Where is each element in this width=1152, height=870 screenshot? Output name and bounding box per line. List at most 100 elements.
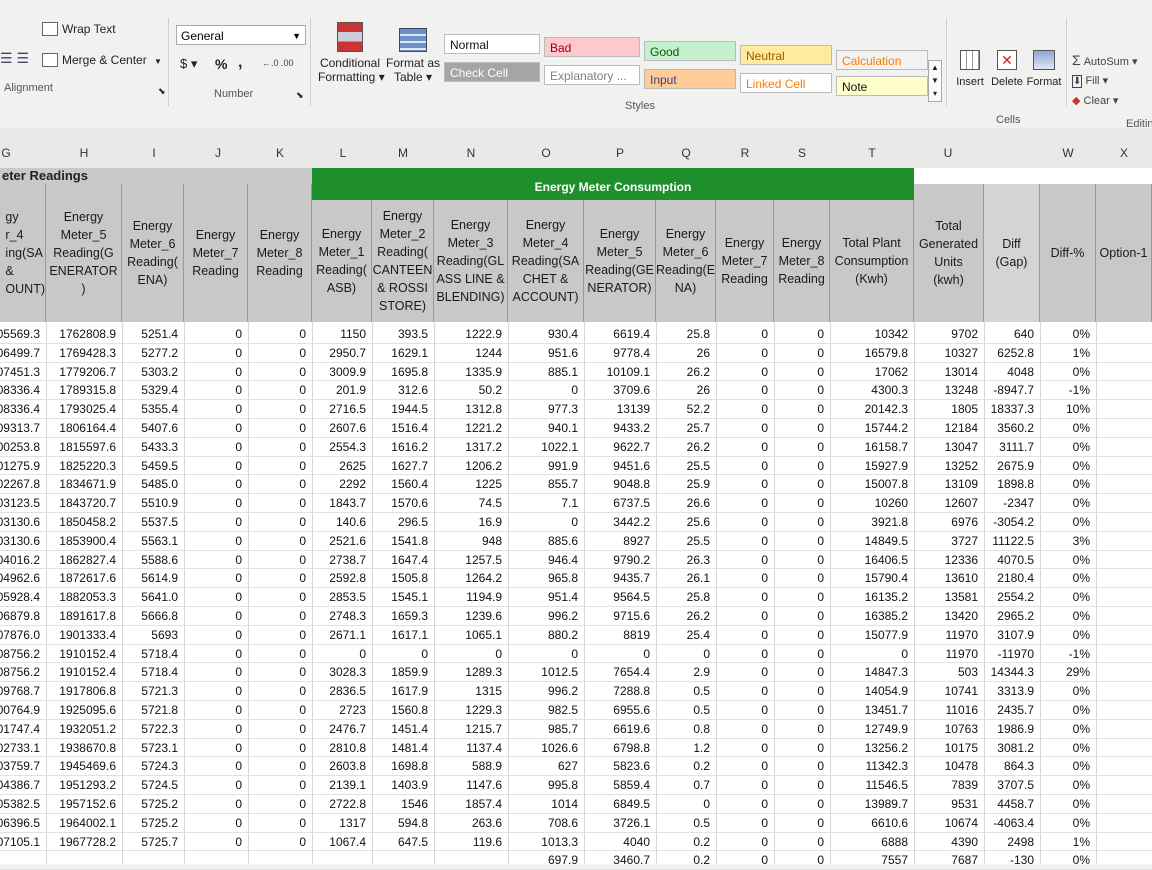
cell-m-13[interactable]: 1505.8 [391, 571, 428, 585]
format-button[interactable]: Format [1026, 50, 1062, 88]
cell-g-26[interactable]: 06396.5 [0, 816, 40, 830]
cell-u-28[interactable]: 7687 [951, 853, 978, 867]
cell-o-15[interactable]: 996.2 [548, 609, 578, 623]
cell-w-21[interactable]: 0% [1073, 722, 1090, 736]
cell-q-13[interactable]: 26.1 [687, 571, 710, 585]
cell-u-0[interactable]: 9702 [951, 327, 978, 341]
cell-m-7[interactable]: 1627.7 [391, 459, 428, 473]
chevron-down-icon[interactable]: ▼ [292, 26, 301, 46]
cell-u-14[interactable]: 13581 [945, 590, 978, 604]
cell-h-20[interactable]: 1925095.6 [59, 703, 116, 717]
cell-n-6[interactable]: 1317.2 [465, 440, 502, 454]
cell-q-2[interactable]: 26.2 [687, 365, 710, 379]
cell-v-6[interactable]: 3111.7 [999, 440, 1034, 454]
cell-n-8[interactable]: 1225 [475, 477, 502, 491]
cell-s-4[interactable]: 0 [817, 402, 824, 416]
cell-s-21[interactable]: 0 [817, 722, 824, 736]
cell-l-18[interactable]: 3028.3 [329, 665, 366, 679]
cell-t-22[interactable]: 13256.2 [865, 741, 908, 755]
cell-m-25[interactable]: 1546 [401, 797, 428, 811]
cell-j-5[interactable]: 0 [235, 421, 242, 435]
percent-style-button[interactable]: % [215, 56, 227, 72]
cell-w-13[interactable]: 0% [1073, 571, 1090, 585]
cell-h-25[interactable]: 1957152.6 [59, 797, 116, 811]
cell-g-18[interactable]: 08756.2 [0, 665, 40, 679]
cell-l-5[interactable]: 2607.6 [329, 421, 366, 435]
cell-k-1[interactable]: 0 [299, 346, 306, 360]
gallery-scroll[interactable]: ▲ ▼ ▾ [928, 60, 942, 102]
cell-q-3[interactable]: 26 [697, 383, 710, 397]
cell-q-24[interactable]: 0.7 [693, 778, 710, 792]
cell-r-16[interactable]: 0 [761, 628, 768, 642]
cell-p-19[interactable]: 7288.8 [613, 684, 650, 698]
cell-r-12[interactable]: 0 [761, 553, 768, 567]
format-as-table-button[interactable]: Format as Table ▾ [386, 28, 440, 84]
cell-i-9[interactable]: 5510.9 [141, 496, 178, 510]
cell-s-11[interactable]: 0 [817, 534, 824, 548]
cell-m-6[interactable]: 1616.2 [391, 440, 428, 454]
cell-t-11[interactable]: 14849.5 [865, 534, 908, 548]
cell-v-13[interactable]: 2180.4 [997, 571, 1034, 585]
cell-i-6[interactable]: 5433.3 [141, 440, 178, 454]
cell-i-12[interactable]: 5588.6 [141, 553, 178, 567]
cell-i-22[interactable]: 5723.1 [141, 741, 178, 755]
cell-r-28[interactable]: 0 [761, 853, 768, 867]
cell-i-14[interactable]: 5641.0 [141, 590, 178, 604]
cell-h-16[interactable]: 1901333.4 [59, 628, 116, 642]
cell-s-7[interactable]: 0 [817, 459, 824, 473]
cell-g-21[interactable]: 01747.4 [0, 722, 40, 736]
cell-k-7[interactable]: 0 [299, 459, 306, 473]
cell-n-2[interactable]: 1335.9 [465, 365, 502, 379]
cell-l-15[interactable]: 2748.3 [329, 609, 366, 623]
cell-n-4[interactable]: 1312.8 [465, 402, 502, 416]
merge-center-button[interactable]: Merge & Center ▼ [42, 53, 162, 67]
cell-i-23[interactable]: 5724.3 [141, 759, 178, 773]
cell-j-0[interactable]: 0 [235, 327, 242, 341]
cell-i-17[interactable]: 5718.4 [141, 647, 178, 661]
cell-g-14[interactable]: 05928.4 [0, 590, 40, 604]
cell-u-11[interactable]: 3727 [951, 534, 978, 548]
cell-m-2[interactable]: 1695.8 [391, 365, 428, 379]
cell-m-22[interactable]: 1481.4 [391, 741, 428, 755]
column-header-j[interactable]: J [208, 146, 228, 160]
cell-v-4[interactable]: 18337.3 [991, 402, 1034, 416]
cell-j-10[interactable]: 0 [235, 515, 242, 529]
cell-r-23[interactable]: 0 [761, 759, 768, 773]
cell-w-4[interactable]: 10% [1066, 402, 1090, 416]
cell-w-9[interactable]: 0% [1073, 496, 1090, 510]
cell-o-20[interactable]: 982.5 [548, 703, 578, 717]
cell-h-8[interactable]: 1834671.9 [59, 477, 116, 491]
cell-g-4[interactable]: 08336.4 [0, 402, 40, 416]
cell-t-23[interactable]: 11342.3 [866, 759, 909, 773]
column-header-i[interactable]: I [144, 146, 164, 160]
cell-m-23[interactable]: 1698.8 [391, 759, 428, 773]
cell-t-1[interactable]: 16579.8 [865, 346, 908, 360]
cell-i-8[interactable]: 5485.0 [141, 477, 178, 491]
cell-u-2[interactable]: 13014 [945, 365, 978, 379]
cell-l-26[interactable]: 1317 [339, 816, 366, 830]
autosum-button[interactable]: Σ AutoSum ▾ [1072, 52, 1138, 68]
cell-j-25[interactable]: 0 [235, 797, 242, 811]
cell-v-9[interactable]: -2347 [1003, 496, 1034, 510]
cell-j-8[interactable]: 0 [235, 477, 242, 491]
cell-g-10[interactable]: 03130.6 [0, 515, 40, 529]
cell-k-23[interactable]: 0 [299, 759, 306, 773]
cell-v-23[interactable]: 864.3 [1004, 759, 1034, 773]
cell-g-23[interactable]: 03759.7 [0, 759, 40, 773]
cell-i-24[interactable]: 5724.5 [141, 778, 178, 792]
cell-m-1[interactable]: 1629.1 [391, 346, 428, 360]
cell-j-11[interactable]: 0 [235, 534, 242, 548]
cell-v-28[interactable]: -130 [1010, 853, 1034, 867]
cell-h-7[interactable]: 1825220.3 [59, 459, 116, 473]
cell-style-note[interactable]: Note [836, 76, 928, 96]
cell-g-27[interactable]: 07105.1 [0, 835, 40, 849]
cell-n-9[interactable]: 74.5 [479, 496, 502, 510]
cell-o-12[interactable]: 946.4 [548, 553, 578, 567]
cell-w-15[interactable]: 0% [1073, 609, 1090, 623]
cell-l-3[interactable]: 201.9 [336, 383, 366, 397]
cell-p-25[interactable]: 6849.5 [613, 797, 650, 811]
cell-j-12[interactable]: 0 [235, 553, 242, 567]
cell-k-20[interactable]: 0 [299, 703, 306, 717]
cell-q-22[interactable]: 1.2 [693, 741, 710, 755]
cell-p-20[interactable]: 6955.6 [613, 703, 650, 717]
